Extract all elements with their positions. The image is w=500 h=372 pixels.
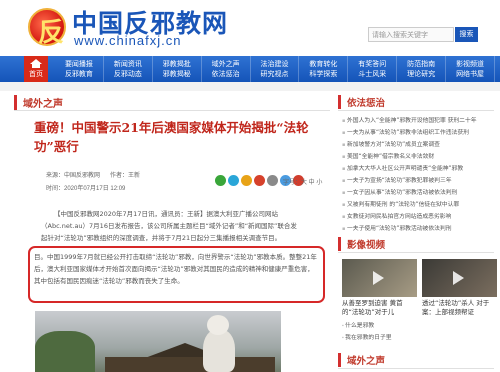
- page: 反 中国反邪教网 www.chinafxj.cn 请输入搜索关键字 搜索 首页 …: [0, 0, 500, 372]
- sidebar-link-list: 什么是邪教我在邪教的日子里: [342, 320, 498, 344]
- video-caption[interactable]: 从善至罗到迫害 黄首的“法轮功”对于儿: [342, 299, 417, 317]
- search-input[interactable]: 请输入搜索关键字: [368, 27, 454, 42]
- meta-time: 时间：2020年07月17日 12:09: [46, 186, 126, 192]
- divider: [14, 110, 330, 111]
- list-item[interactable]: 女教徒对网民私拍官方网站造成恶劣影响: [342, 211, 498, 223]
- sidebar-section-title[interactable]: 域外之声: [338, 353, 385, 367]
- list-item[interactable]: 一夫为从事“法轮功”邪教非法组织工作违法获刑: [342, 127, 498, 139]
- divider: [338, 252, 494, 253]
- nav-item[interactable]: 要闻播报 反邪教育: [55, 56, 104, 82]
- video-row: 从善至罗到迫害 黄首的“法轮功”对于儿 透过“法轮功”杀人 对于案：上部视频帮证: [342, 259, 498, 319]
- sidebar-section-title[interactable]: 影像视频: [338, 237, 385, 251]
- list-item[interactable]: 一女子因从事“法轮功”邪教活动被依法判刑: [342, 187, 498, 199]
- list-item[interactable]: 什么是邪教: [342, 320, 498, 332]
- article-photo: [35, 311, 281, 372]
- list-item[interactable]: 一夫子为宣扬“法轮功”邪教犯罪被判三年: [342, 175, 498, 187]
- nav-item[interactable]: 法治建设 研究视点: [251, 56, 300, 82]
- article-title: 重磅！中国警示21年后澳国家媒体开始揭批“法轮功”恶行: [34, 120, 309, 154]
- qq-share-icon[interactable]: [241, 175, 252, 186]
- nav-item[interactable]: 邪教揭批 邪教揭秘: [153, 56, 202, 82]
- article-paragraph: 目。中国1999年7月就已经公开打击取缔“法轮功”邪教，向世界警示“法轮功”邪教…: [34, 253, 317, 285]
- article-paragraph: 【中国反邪教网2020年7月17日讯，通讯员：王新】据澳大利亚广播公司网站（Ab…: [41, 210, 297, 242]
- nav-item[interactable]: 影视频道 网络书屋: [446, 56, 496, 82]
- article-meta: 来源：中国反邪教网 作者：王新: [46, 170, 148, 179]
- qzone-share-icon[interactable]: [228, 175, 239, 186]
- list-item[interactable]: 外国人为入“全能神”邪教开设他国犯罪 获刑二十年: [342, 115, 498, 127]
- divider: [338, 368, 494, 369]
- meta-source: 来源：中国反邪教网: [46, 172, 101, 179]
- play-icon: [373, 271, 384, 285]
- logo-glyph: 反: [38, 18, 65, 48]
- site-header: 反 中国反邪教网 www.chinafxj.cn 请输入搜索关键字 搜索: [0, 0, 500, 56]
- site-logo-icon[interactable]: 反: [28, 8, 66, 48]
- section-title[interactable]: 域外之声: [14, 95, 63, 110]
- main-nav: 首页 要闻播报 反邪教育 新闻资讯 反邪动态 邪教揭批 邪教揭秘 域外之声 依法惩治法…: [0, 56, 500, 82]
- weibo-share-icon[interactable]: [254, 175, 265, 186]
- nav-item[interactable]: 域外之声 依法惩治: [202, 56, 251, 82]
- divider-bar: [0, 82, 500, 91]
- meta-author: 作者：王新: [109, 172, 140, 179]
- nav-item[interactable]: 教育转化 科学探索: [299, 56, 349, 82]
- nav-home[interactable]: 首页: [24, 56, 48, 82]
- nav-item[interactable]: 防范指南 理论研究: [397, 56, 447, 82]
- video-thumbnail[interactable]: [422, 259, 497, 297]
- main-content: 域外之声 重磅！中国警示21年后澳国家媒体开始揭批“法轮功”恶行 来源：中国反邪…: [10, 91, 330, 372]
- video-thumbnail[interactable]: [342, 259, 417, 297]
- sidebar-section-title[interactable]: 依法惩治: [338, 95, 385, 109]
- search-button[interactable]: 搜索: [455, 27, 478, 42]
- copy-link-icon[interactable]: [267, 175, 278, 186]
- video-card[interactable]: 透过“法轮功”杀人 对于案：上部视频帮证: [422, 259, 497, 319]
- video-caption[interactable]: 透过“法轮功”杀人 对于案：上部视频帮证: [422, 299, 497, 317]
- list-item[interactable]: 一夫子使用“法轮功”邪教活动被依法判刑: [342, 223, 498, 235]
- sidebar: 依法惩治 外国人为入“全能神”邪教开设他国犯罪 获刑二十年一夫为从事“法轮功”邪…: [336, 91, 500, 372]
- divider: [338, 110, 494, 111]
- list-item[interactable]: 又被判有期徒刑 的“法轮功”信徒在狱中认罪: [342, 199, 498, 211]
- font-size-control[interactable]: 字号：大 中 小: [283, 177, 322, 186]
- video-card[interactable]: 从善至罗到迫害 黄首的“法轮功”对于儿: [342, 259, 417, 319]
- wechat-share-icon[interactable]: [215, 175, 226, 186]
- list-item[interactable]: 我在邪教的日子里: [342, 332, 498, 344]
- nav-items: 要闻播报 反邪教育 新闻资讯 反邪动态 邪教揭批 邪教揭秘 域外之声 依法惩治 法治建设…: [55, 56, 496, 82]
- nav-item[interactable]: 新闻资讯 反邪动态: [104, 56, 153, 82]
- list-item[interactable]: 加拿大大华人社区公开声明谴责“全能神”邪教: [342, 163, 498, 175]
- sidebar-news-list: 外国人为入“全能神”邪教开设他国犯罪 获刑二十年一夫为从事“法轮功”邪教非法组织…: [342, 115, 498, 235]
- play-icon: [453, 271, 464, 285]
- list-item[interactable]: 美国“全能神”借宗教名义非法敛财: [342, 151, 498, 163]
- nav-item[interactable]: 有奖答问 斗士风采: [348, 56, 398, 82]
- nav-home-label: 首页: [29, 71, 43, 78]
- list-item[interactable]: 新加坡警方对“法轮功”成员立案调查: [342, 139, 498, 151]
- site-url: www.chinafxj.cn: [74, 33, 182, 48]
